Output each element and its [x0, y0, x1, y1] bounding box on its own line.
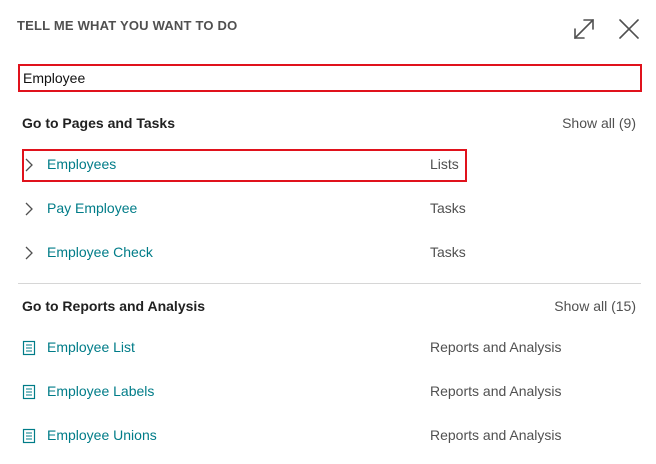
- report-result-employee-list[interactable]: Employee List Reports and Analysis: [22, 333, 642, 363]
- chevron-right-icon: [25, 158, 33, 172]
- chevron-right-icon: [25, 246, 33, 260]
- result-label: Employee Labels: [47, 383, 155, 399]
- report-document-icon: [22, 340, 36, 356]
- expand-button[interactable]: [570, 15, 598, 43]
- result-category: Tasks: [430, 244, 466, 260]
- tell-me-dialog: TELL ME WHAT YOU WANT TO DO Go to Pages …: [0, 0, 656, 464]
- result-label: Employee List: [47, 339, 135, 355]
- report-document-icon: [22, 384, 36, 400]
- result-category: Tasks: [430, 200, 466, 216]
- report-result-employee-unions[interactable]: Employee Unions Reports and Analysis: [22, 421, 642, 451]
- report-document-icon: [22, 428, 36, 444]
- reports-show-all-link[interactable]: Show all (15): [554, 298, 636, 314]
- result-label: Employee Unions: [47, 427, 157, 443]
- reports-section-header: Go to Reports and Analysis: [22, 298, 206, 314]
- pages-section-header: Go to Pages and Tasks: [22, 115, 176, 131]
- result-category: Reports and Analysis: [430, 427, 562, 443]
- chevron-right-icon: [25, 202, 33, 216]
- page-result-employee-check[interactable]: Employee Check Tasks: [22, 238, 642, 268]
- search-input[interactable]: [23, 67, 623, 89]
- result-label: Pay Employee: [47, 200, 138, 216]
- search-field[interactable]: [18, 64, 642, 92]
- close-x-icon: [619, 19, 639, 39]
- result-category: Reports and Analysis: [430, 383, 562, 399]
- dialog-title: TELL ME WHAT YOU WANT TO DO: [17, 18, 238, 33]
- report-result-employee-labels[interactable]: Employee Labels Reports and Analysis: [22, 377, 642, 407]
- page-result-employees[interactable]: Employees Lists: [22, 150, 642, 180]
- result-label: Employee Check: [47, 244, 153, 260]
- result-category: Reports and Analysis: [430, 339, 562, 355]
- expand-diagonal-icon: [574, 19, 594, 39]
- pages-show-all-link[interactable]: Show all (9): [562, 115, 636, 131]
- result-label: Employees: [47, 156, 117, 172]
- result-category: Lists: [430, 156, 459, 172]
- close-button[interactable]: [615, 15, 643, 43]
- page-result-pay-employee[interactable]: Pay Employee Tasks: [22, 194, 642, 224]
- section-divider: [18, 283, 641, 284]
